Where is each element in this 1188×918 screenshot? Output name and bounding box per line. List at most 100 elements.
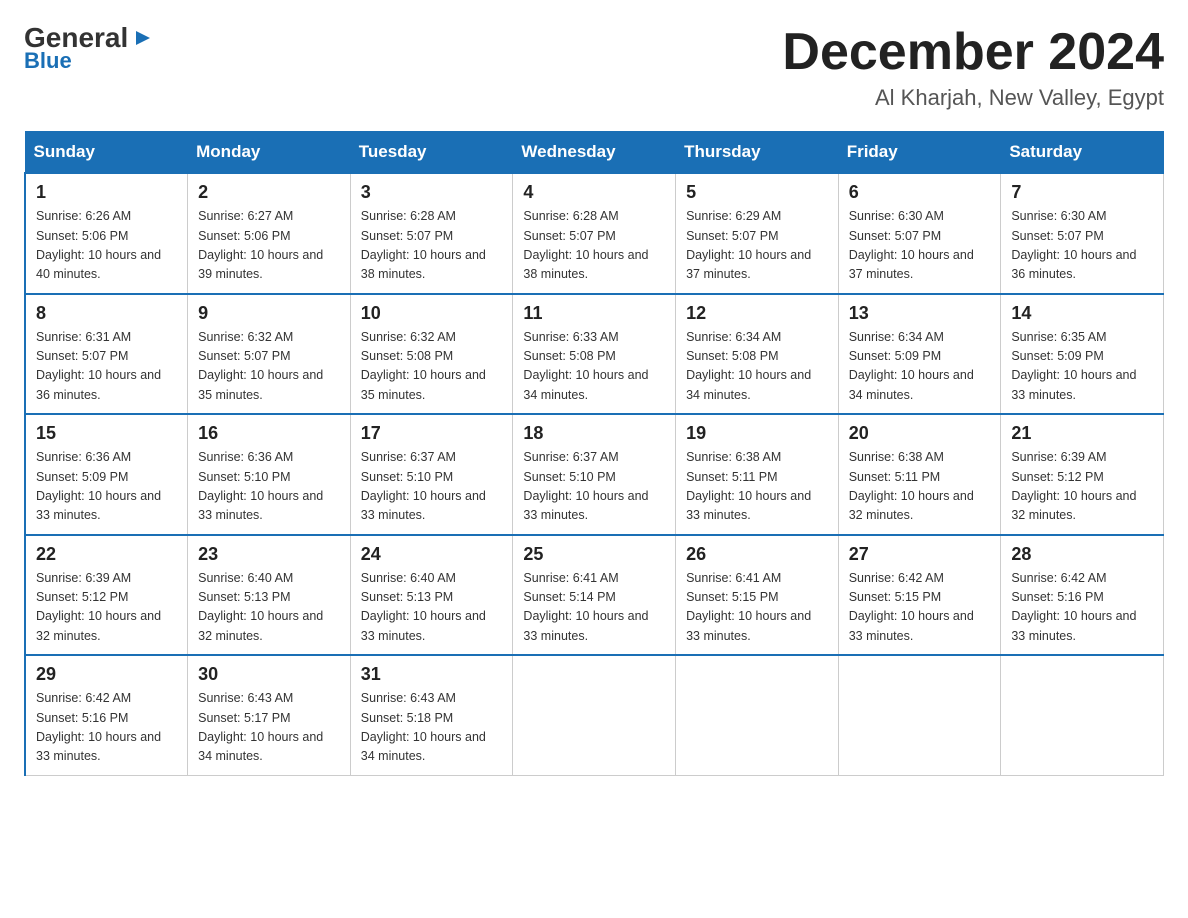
- calendar-cell: 28 Sunrise: 6:42 AM Sunset: 5:16 PM Dayl…: [1001, 535, 1164, 656]
- day-number: 17: [361, 423, 503, 444]
- day-info: Sunrise: 6:35 AM Sunset: 5:09 PM Dayligh…: [1011, 328, 1153, 406]
- day-number: 20: [849, 423, 991, 444]
- day-info: Sunrise: 6:34 AM Sunset: 5:08 PM Dayligh…: [686, 328, 828, 406]
- day-info: Sunrise: 6:28 AM Sunset: 5:07 PM Dayligh…: [523, 207, 665, 285]
- day-info: Sunrise: 6:30 AM Sunset: 5:07 PM Dayligh…: [1011, 207, 1153, 285]
- day-number: 2: [198, 182, 340, 203]
- day-header-monday: Monday: [188, 132, 351, 174]
- calendar-cell: 24 Sunrise: 6:40 AM Sunset: 5:13 PM Dayl…: [350, 535, 513, 656]
- day-number: 21: [1011, 423, 1153, 444]
- location: Al Kharjah, New Valley, Egypt: [782, 85, 1164, 111]
- days-header-row: SundayMondayTuesdayWednesdayThursdayFrid…: [25, 132, 1164, 174]
- day-number: 7: [1011, 182, 1153, 203]
- day-info: Sunrise: 6:43 AM Sunset: 5:18 PM Dayligh…: [361, 689, 503, 767]
- calendar-cell: 23 Sunrise: 6:40 AM Sunset: 5:13 PM Dayl…: [188, 535, 351, 656]
- day-number: 5: [686, 182, 828, 203]
- day-info: Sunrise: 6:38 AM Sunset: 5:11 PM Dayligh…: [686, 448, 828, 526]
- logo-arrow-icon: [132, 27, 154, 49]
- calendar-cell: 30 Sunrise: 6:43 AM Sunset: 5:17 PM Dayl…: [188, 655, 351, 775]
- day-info: Sunrise: 6:27 AM Sunset: 5:06 PM Dayligh…: [198, 207, 340, 285]
- day-number: 4: [523, 182, 665, 203]
- calendar-cell: 22 Sunrise: 6:39 AM Sunset: 5:12 PM Dayl…: [25, 535, 188, 656]
- day-info: Sunrise: 6:26 AM Sunset: 5:06 PM Dayligh…: [36, 207, 177, 285]
- day-info: Sunrise: 6:38 AM Sunset: 5:11 PM Dayligh…: [849, 448, 991, 526]
- day-number: 16: [198, 423, 340, 444]
- calendar-cell: 26 Sunrise: 6:41 AM Sunset: 5:15 PM Dayl…: [676, 535, 839, 656]
- day-number: 8: [36, 303, 177, 324]
- day-info: Sunrise: 6:42 AM Sunset: 5:15 PM Dayligh…: [849, 569, 991, 647]
- day-header-thursday: Thursday: [676, 132, 839, 174]
- calendar-cell: [838, 655, 1001, 775]
- day-info: Sunrise: 6:36 AM Sunset: 5:10 PM Dayligh…: [198, 448, 340, 526]
- day-number: 11: [523, 303, 665, 324]
- calendar-cell: 15 Sunrise: 6:36 AM Sunset: 5:09 PM Dayl…: [25, 414, 188, 535]
- page-header: General Blue December 2024 Al Kharjah, N…: [24, 24, 1164, 111]
- day-number: 10: [361, 303, 503, 324]
- day-header-tuesday: Tuesday: [350, 132, 513, 174]
- calendar-cell: 25 Sunrise: 6:41 AM Sunset: 5:14 PM Dayl…: [513, 535, 676, 656]
- day-number: 14: [1011, 303, 1153, 324]
- day-info: Sunrise: 6:42 AM Sunset: 5:16 PM Dayligh…: [1011, 569, 1153, 647]
- title-block: December 2024 Al Kharjah, New Valley, Eg…: [782, 24, 1164, 111]
- day-number: 26: [686, 544, 828, 565]
- week-row-3: 15 Sunrise: 6:36 AM Sunset: 5:09 PM Dayl…: [25, 414, 1164, 535]
- calendar-cell: 20 Sunrise: 6:38 AM Sunset: 5:11 PM Dayl…: [838, 414, 1001, 535]
- calendar-table: SundayMondayTuesdayWednesdayThursdayFrid…: [24, 131, 1164, 776]
- day-header-wednesday: Wednesday: [513, 132, 676, 174]
- calendar-cell: 21 Sunrise: 6:39 AM Sunset: 5:12 PM Dayl…: [1001, 414, 1164, 535]
- day-number: 31: [361, 664, 503, 685]
- day-number: 27: [849, 544, 991, 565]
- week-row-2: 8 Sunrise: 6:31 AM Sunset: 5:07 PM Dayli…: [25, 294, 1164, 415]
- calendar-cell: [676, 655, 839, 775]
- calendar-cell: 14 Sunrise: 6:35 AM Sunset: 5:09 PM Dayl…: [1001, 294, 1164, 415]
- calendar-cell: [1001, 655, 1164, 775]
- logo: General Blue: [24, 24, 154, 74]
- day-info: Sunrise: 6:41 AM Sunset: 5:14 PM Dayligh…: [523, 569, 665, 647]
- day-info: Sunrise: 6:28 AM Sunset: 5:07 PM Dayligh…: [361, 207, 503, 285]
- calendar-cell: 11 Sunrise: 6:33 AM Sunset: 5:08 PM Dayl…: [513, 294, 676, 415]
- logo-blue: Blue: [24, 48, 72, 74]
- day-info: Sunrise: 6:31 AM Sunset: 5:07 PM Dayligh…: [36, 328, 177, 406]
- day-info: Sunrise: 6:37 AM Sunset: 5:10 PM Dayligh…: [361, 448, 503, 526]
- day-info: Sunrise: 6:40 AM Sunset: 5:13 PM Dayligh…: [361, 569, 503, 647]
- day-number: 15: [36, 423, 177, 444]
- calendar-cell: 18 Sunrise: 6:37 AM Sunset: 5:10 PM Dayl…: [513, 414, 676, 535]
- day-info: Sunrise: 6:36 AM Sunset: 5:09 PM Dayligh…: [36, 448, 177, 526]
- calendar-cell: 3 Sunrise: 6:28 AM Sunset: 5:07 PM Dayli…: [350, 173, 513, 294]
- calendar-cell: [513, 655, 676, 775]
- day-number: 6: [849, 182, 991, 203]
- day-info: Sunrise: 6:33 AM Sunset: 5:08 PM Dayligh…: [523, 328, 665, 406]
- day-info: Sunrise: 6:34 AM Sunset: 5:09 PM Dayligh…: [849, 328, 991, 406]
- day-header-saturday: Saturday: [1001, 132, 1164, 174]
- day-number: 13: [849, 303, 991, 324]
- day-info: Sunrise: 6:30 AM Sunset: 5:07 PM Dayligh…: [849, 207, 991, 285]
- day-number: 29: [36, 664, 177, 685]
- day-number: 19: [686, 423, 828, 444]
- calendar-cell: 12 Sunrise: 6:34 AM Sunset: 5:08 PM Dayl…: [676, 294, 839, 415]
- week-row-5: 29 Sunrise: 6:42 AM Sunset: 5:16 PM Dayl…: [25, 655, 1164, 775]
- calendar-cell: 7 Sunrise: 6:30 AM Sunset: 5:07 PM Dayli…: [1001, 173, 1164, 294]
- day-info: Sunrise: 6:39 AM Sunset: 5:12 PM Dayligh…: [1011, 448, 1153, 526]
- calendar-cell: 19 Sunrise: 6:38 AM Sunset: 5:11 PM Dayl…: [676, 414, 839, 535]
- day-number: 28: [1011, 544, 1153, 565]
- calendar-cell: 6 Sunrise: 6:30 AM Sunset: 5:07 PM Dayli…: [838, 173, 1001, 294]
- day-number: 12: [686, 303, 828, 324]
- day-info: Sunrise: 6:40 AM Sunset: 5:13 PM Dayligh…: [198, 569, 340, 647]
- calendar-cell: 8 Sunrise: 6:31 AM Sunset: 5:07 PM Dayli…: [25, 294, 188, 415]
- calendar-cell: 2 Sunrise: 6:27 AM Sunset: 5:06 PM Dayli…: [188, 173, 351, 294]
- calendar-cell: 1 Sunrise: 6:26 AM Sunset: 5:06 PM Dayli…: [25, 173, 188, 294]
- day-info: Sunrise: 6:39 AM Sunset: 5:12 PM Dayligh…: [36, 569, 177, 647]
- day-number: 22: [36, 544, 177, 565]
- calendar-cell: 16 Sunrise: 6:36 AM Sunset: 5:10 PM Dayl…: [188, 414, 351, 535]
- day-info: Sunrise: 6:43 AM Sunset: 5:17 PM Dayligh…: [198, 689, 340, 767]
- calendar-cell: 9 Sunrise: 6:32 AM Sunset: 5:07 PM Dayli…: [188, 294, 351, 415]
- calendar-cell: 29 Sunrise: 6:42 AM Sunset: 5:16 PM Dayl…: [25, 655, 188, 775]
- day-header-sunday: Sunday: [25, 132, 188, 174]
- calendar-cell: 27 Sunrise: 6:42 AM Sunset: 5:15 PM Dayl…: [838, 535, 1001, 656]
- calendar-cell: 10 Sunrise: 6:32 AM Sunset: 5:08 PM Dayl…: [350, 294, 513, 415]
- day-number: 30: [198, 664, 340, 685]
- day-info: Sunrise: 6:42 AM Sunset: 5:16 PM Dayligh…: [36, 689, 177, 767]
- month-title: December 2024: [782, 24, 1164, 81]
- day-number: 24: [361, 544, 503, 565]
- calendar-cell: 5 Sunrise: 6:29 AM Sunset: 5:07 PM Dayli…: [676, 173, 839, 294]
